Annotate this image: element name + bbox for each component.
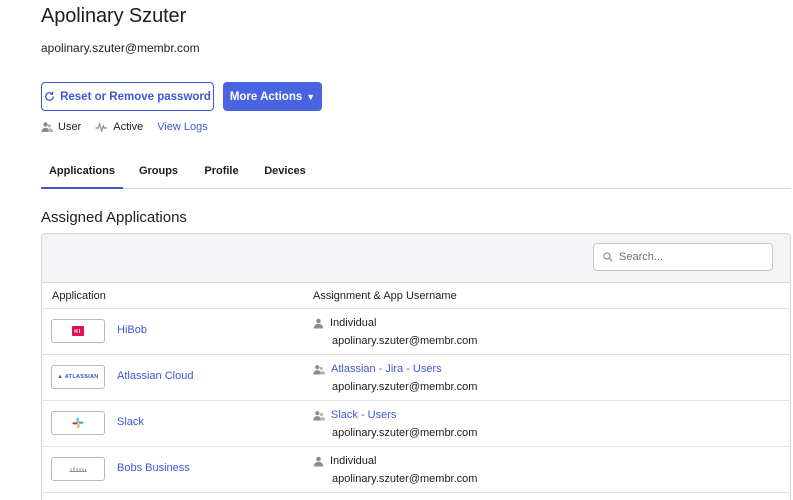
tab-groups[interactable]: Groups [131,154,186,188]
tab-applications[interactable]: Applications [41,154,123,189]
bobs-business-logo-mark [69,467,87,472]
hibob-logo[interactable] [51,319,105,343]
column-header-assignment: Assignment & App Username [313,290,457,302]
slack-logo-mark [72,417,84,429]
app-link-hibob[interactable]: HiBob [117,324,147,336]
app-username: apolinary.szuter@membr.com [332,473,478,485]
search-box[interactable] [593,243,773,271]
group-icon [313,364,325,374]
tab-profile[interactable]: Profile [198,154,245,188]
assignment-cell: Individual [313,317,376,329]
assignment-cell: Individual [313,455,376,467]
caret-down-icon: ▼ [306,91,316,102]
table-row: Bobs Business Individual apolinary.szute… [42,447,790,493]
user-status-label: Active [113,121,144,133]
app-username: apolinary.szuter@membr.com [332,381,478,393]
hibob-logo-mark [72,326,84,336]
user-role: User [41,121,81,133]
assignment-group-link[interactable]: Atlassian - Jira - Users [331,363,442,375]
bobs-business-logo[interactable] [51,457,105,481]
slack-logo[interactable] [51,411,105,435]
app-link-atlassian-cloud[interactable]: Atlassian Cloud [117,370,193,382]
user-role-label: User [58,121,82,133]
table-row: Slack Slack - Users apolinary.szuter@mem… [42,401,790,447]
table-header: Application Assignment & App Username [42,283,790,309]
person-icon [313,456,324,466]
refresh-icon [45,91,54,101]
activity-icon [95,122,108,132]
more-actions-label: More Actions [229,90,303,103]
app-link-bobs-business[interactable]: Bobs Business [117,462,190,474]
user-status: Active [95,121,143,133]
assignment-cell: Atlassian - Jira - Users [313,363,442,375]
profile-tabs: Applications Groups Profile Devices [41,154,791,189]
person-icon [313,318,324,328]
table-toolbar [42,234,790,283]
atlassian-logo-text: ▲ ATLASSIAN [57,374,99,380]
user-name-heading: Apolinary Szuter [41,5,187,27]
assignment-group-link[interactable]: Slack - Users [331,409,396,421]
group-icon [313,410,325,420]
reset-password-button[interactable]: Reset or Remove password [41,82,214,111]
app-username: apolinary.szuter@membr.com [332,427,478,439]
assignment-cell: Slack - Users [313,409,396,421]
column-header-application: Application [52,290,106,302]
user-email: apolinary.szuter@membr.com [41,41,200,55]
search-input[interactable] [619,251,759,263]
reset-password-label: Reset or Remove password [60,90,211,103]
search-icon [603,252,613,262]
user-icon [41,122,53,132]
app-link-slack[interactable]: Slack [117,416,144,428]
app-username: apolinary.szuter@membr.com [332,335,478,347]
assigned-applications-heading: Assigned Applications [41,209,187,226]
user-meta-row: User Active View Logs [41,121,208,133]
more-actions-button[interactable]: More Actions ▼ [223,82,322,111]
assignment-label: Individual [330,317,377,329]
tab-devices[interactable]: Devices [259,154,311,188]
table-row: HiBob Individual apolinary.szuter@membr.… [42,309,790,355]
view-logs-link[interactable]: View Logs [157,121,208,133]
assigned-applications-panel: Application Assignment & App Username Hi… [41,233,791,500]
table-row: ▲ ATLASSIAN Atlassian Cloud Atlassian - … [42,355,790,401]
atlassian-logo[interactable]: ▲ ATLASSIAN [51,365,105,389]
assignment-label: Individual [330,455,377,467]
